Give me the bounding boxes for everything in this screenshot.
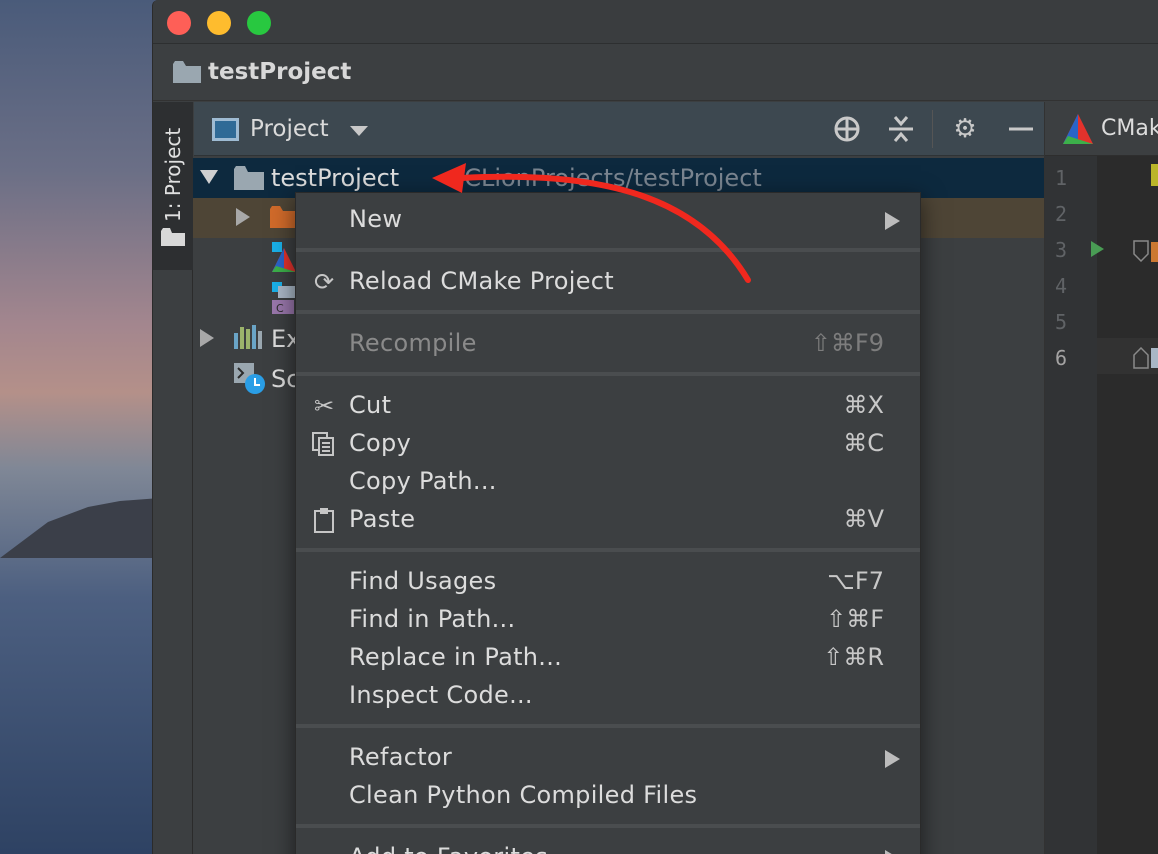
- annotation-arrow: [432, 163, 751, 283]
